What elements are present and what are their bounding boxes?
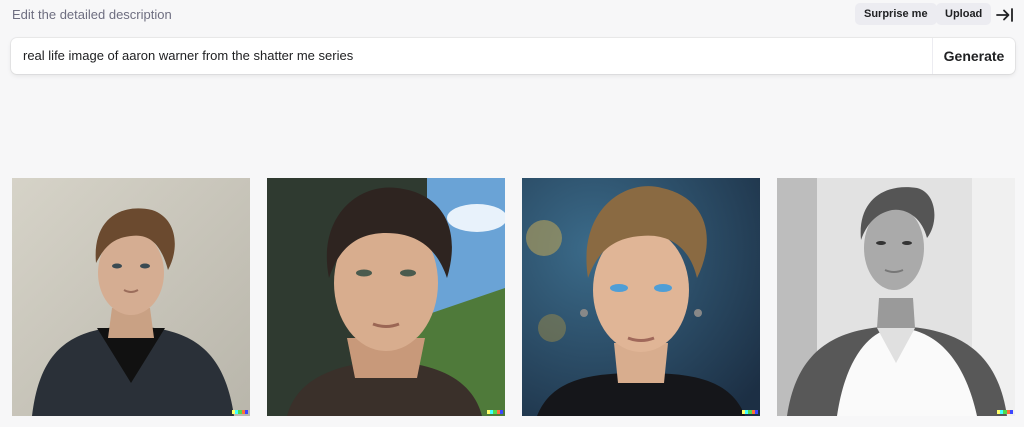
- arrow-right-to-bar-icon[interactable]: [995, 6, 1015, 24]
- result-image-4[interactable]: [777, 178, 1015, 416]
- result-image-3[interactable]: [522, 178, 760, 416]
- generate-button[interactable]: Generate: [932, 38, 1015, 74]
- prompt-bar: real life image of aaron warner from the…: [11, 38, 1015, 74]
- watermark-swatch: [499, 410, 504, 414]
- top-bar: Edit the detailed description Surprise m…: [0, 0, 1024, 30]
- watermark-swatch: [244, 410, 249, 414]
- prompt-input[interactable]: real life image of aaron warner from the…: [23, 38, 353, 74]
- result-image-2[interactable]: [267, 178, 505, 416]
- watermark-swatch: [1009, 410, 1014, 414]
- watermark-color-bar: [232, 410, 249, 414]
- result-image-1[interactable]: [12, 178, 250, 416]
- upload-button[interactable]: Upload: [936, 3, 992, 25]
- watermark-color-bar: [997, 410, 1014, 414]
- watermark-color-bar: [487, 410, 504, 414]
- watermark-color-bar: [742, 410, 759, 414]
- surprise-me-button[interactable]: Surprise me: [855, 3, 937, 25]
- watermark-swatch: [754, 410, 759, 414]
- edit-description-hint: Edit the detailed description: [12, 7, 172, 22]
